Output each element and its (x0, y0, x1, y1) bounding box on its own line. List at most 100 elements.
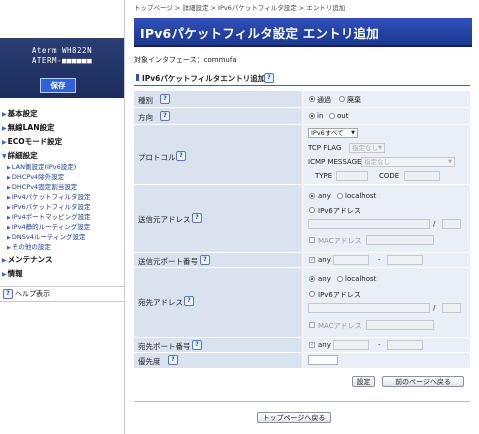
nav-ipv4-port-mapping[interactable]: ▶IPv4ポートマッピング設定 (7, 211, 91, 221)
icmp-message-label: ICMP MESSAGE (308, 158, 362, 166)
help-icon[interactable]: ? (192, 340, 202, 350)
src-ipv6-radio[interactable] (309, 207, 315, 213)
nav-lan-ipv6[interactable]: ▶LAN側設定(IPv6設定) (7, 161, 76, 171)
top-page-button[interactable]: トップページへ戻る (257, 412, 331, 423)
row-protocol: プロトコル? IPv6すべて ▼ TCP FLAG 指定なし ▼ ICMP MESS… (134, 125, 470, 185)
nav-dhcpv4-exclude[interactable]: ▶DHCPv4除外設定 (7, 171, 64, 181)
help-icon[interactable]: ? (264, 73, 274, 83)
nav-advanced-settings[interactable]: ▼詳細設定 (2, 150, 38, 161)
icmp-code-input[interactable] (404, 171, 440, 181)
dst-port-any-label: any (318, 341, 331, 349)
kind-pass-radio[interactable] (309, 96, 315, 102)
row-direction: 方向? in out (134, 108, 470, 125)
help-toggle[interactable]: ? ヘルプ表示 (0, 286, 124, 302)
nav-maintenance[interactable]: ▶メンテナンス (2, 254, 52, 265)
nav-ipv4-filter[interactable]: ▶IPv4パケットフィルタ設定 (7, 191, 91, 201)
help-icon[interactable]: ? (184, 296, 194, 306)
direction-in-radio[interactable] (309, 113, 315, 119)
nav-eco-mode[interactable]: ▶ECOモード設定 (2, 136, 62, 147)
src-localhost-label: localhost (345, 192, 377, 200)
direction-out-radio[interactable] (329, 113, 335, 119)
priority-input[interactable] (308, 355, 338, 365)
src-port-any-label: any (318, 256, 331, 264)
help-icon[interactable]: ? (160, 94, 170, 104)
breadcrumb[interactable]: トップページ > 詳細設定 > IPv6パケットフィルタ設定 > エントリ追加 (134, 2, 345, 12)
src-mac-checkbox[interactable] (309, 237, 315, 243)
direction-label: 方向 (138, 113, 153, 122)
dst-port-from-input[interactable] (333, 340, 369, 350)
priority-label: 優先度 (138, 357, 161, 366)
dst-port-dash: - (378, 341, 381, 349)
nav-ipv6-filter[interactable]: ▶IPv6パケットフィルタ設定 (7, 201, 91, 211)
nav-ipv4-static-route[interactable]: ▶IPv4静的ルーティング設定 (7, 221, 90, 231)
dst-localhost-label: localhost (345, 275, 377, 283)
page-title: IPv6パケットフィルタ設定 エントリ追加 (140, 26, 379, 41)
arrow-icon: ▶ (2, 271, 7, 278)
dst-ipv6-radio[interactable] (309, 291, 315, 297)
dst-mac-input[interactable] (366, 320, 434, 330)
icmp-message-select[interactable]: 指定なし ▼ (361, 157, 455, 167)
source-port-label: 送信元ポート番号 (138, 257, 198, 266)
src-prefix-slash: / (433, 220, 436, 228)
help-icon[interactable]: ? (176, 151, 186, 161)
back-button[interactable]: 前のページへ戻る (382, 376, 464, 387)
row-source-port: 送信元ポート番号? ✓ any - (134, 253, 470, 268)
kind-drop-radio[interactable] (339, 96, 345, 102)
src-localhost-radio[interactable] (337, 193, 343, 199)
target-interface: 対象インタフェース：commufa (134, 56, 237, 64)
protocol-select[interactable]: IPv6すべて ▼ (308, 128, 358, 138)
icmp-code-label: CODE (379, 172, 400, 180)
dst-port-to-input[interactable] (387, 340, 423, 350)
tcp-flag-select[interactable]: 指定なし ▼ (349, 143, 385, 153)
icmp-type-label: TYPE (315, 172, 333, 180)
section-title: IPv6パケットフィルタエントリ追加 (142, 74, 266, 83)
dst-port-any-checkbox[interactable]: ✓ (309, 342, 315, 348)
nav-other-settings[interactable]: ▶その他の設定 (7, 241, 51, 251)
dst-mac-checkbox[interactable] (309, 322, 315, 328)
help-icon: ? (3, 289, 13, 299)
row-destination-port: 宛先ポート番号? ✓ any - (134, 338, 470, 353)
help-icon[interactable]: ? (192, 213, 202, 223)
section-header: IPv6パケットフィルタエントリ追加 ? (134, 72, 470, 86)
src-any-label: any (318, 192, 331, 200)
save-button[interactable]: 保存 (40, 78, 76, 93)
src-prefix-length-input[interactable] (442, 219, 461, 229)
src-ipv6-label: IPv6アドレス (318, 207, 361, 215)
nav-wireless-lan[interactable]: ▶無線LAN設定 (2, 122, 55, 133)
src-port-dash: - (378, 256, 381, 264)
help-icon[interactable]: ? (160, 111, 170, 121)
divider (134, 401, 470, 402)
source-address-label: 送信元アドレス (138, 215, 191, 224)
protocol-label: プロトコル (138, 153, 176, 162)
set-button[interactable]: 設定 (352, 376, 375, 387)
kind-drop-label: 廃棄 (347, 96, 361, 104)
src-port-from-input[interactable] (333, 255, 369, 265)
row-kind: 種別? 通過 廃棄 (134, 91, 470, 108)
dst-any-radio[interactable] (309, 276, 315, 282)
src-ipv6-address-input[interactable] (308, 219, 430, 229)
direction-out-label: out (337, 112, 349, 120)
nav-dhcpv4-fixed[interactable]: ▶DHCPv4固定割当設定 (7, 181, 77, 191)
arrow-icon: ▼ (2, 153, 7, 160)
nav-basic-settings[interactable]: ▶基本設定 (2, 108, 38, 119)
nav-info[interactable]: ▶情報 (2, 268, 23, 279)
destination-port-label: 宛先ポート番号 (138, 342, 191, 351)
row-source-address: 送信元アドレス? any localhost IPv6アドレス / MACアドレ… (134, 185, 470, 253)
help-icon[interactable]: ? (168, 355, 178, 365)
src-mac-input[interactable] (366, 235, 434, 245)
sidebar: Aterm WH822N ATERM-■■■■■■ 保存 ▶基本設定 ▶無線LA… (0, 0, 125, 434)
help-icon[interactable]: ? (200, 255, 210, 265)
nav-dnsv4-route[interactable]: ▶DNSv4ルーティング設定 (7, 231, 85, 241)
src-port-to-input[interactable] (387, 255, 423, 265)
row-destination-address: 宛先アドレス? any localhost IPv6アドレス / MACアドレス (134, 268, 470, 338)
direction-in-label: in (317, 112, 324, 120)
dst-prefix-length-input[interactable] (442, 303, 461, 313)
dst-localhost-radio[interactable] (337, 276, 343, 282)
icmp-type-input[interactable] (336, 171, 368, 181)
dst-ipv6-address-input[interactable] (308, 303, 430, 313)
chevron-down-icon: ▼ (448, 159, 452, 165)
src-port-any-checkbox[interactable]: ✓ (309, 257, 315, 263)
src-any-radio[interactable] (309, 193, 315, 199)
dst-any-label: any (318, 275, 331, 283)
kind-label: 種別 (138, 96, 153, 105)
